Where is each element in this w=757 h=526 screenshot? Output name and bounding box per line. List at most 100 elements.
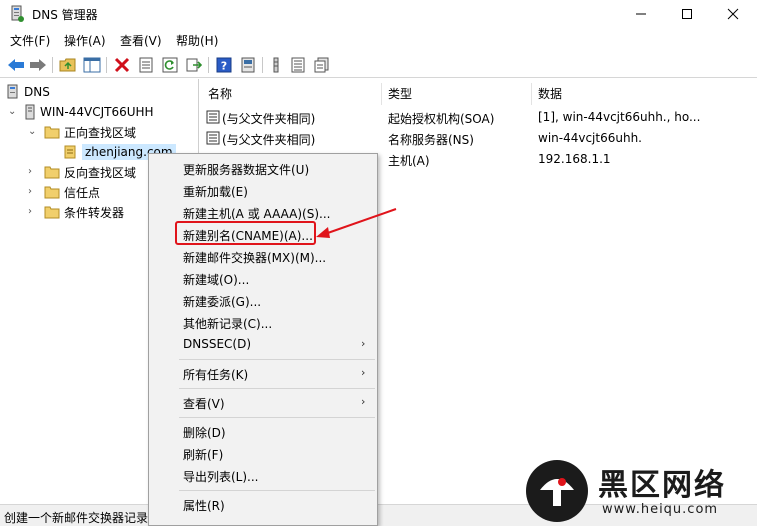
chevron-right-icon[interactable]: ›: [28, 166, 32, 177]
tree-node-dns[interactable]: DNS: [6, 82, 50, 102]
menu-help[interactable]: 帮助(H): [176, 32, 218, 49]
toolbar-separator: [262, 57, 263, 73]
menu-item-new-delegation[interactable]: 新建委派(G)...: [183, 293, 261, 310]
menu-item-refresh[interactable]: 刷新(F): [183, 446, 223, 463]
menu-view[interactable]: 查看(V): [120, 32, 162, 49]
dns-app-icon: [11, 5, 24, 22]
tree-label: 反向查找区域: [64, 165, 137, 180]
show-hide-tree-button[interactable]: [82, 55, 102, 75]
watermark-text: 黑区网络: [598, 468, 726, 503]
record-type: 主机(A): [388, 154, 430, 168]
menu-separator: [179, 388, 375, 389]
server-icon: [25, 104, 35, 120]
close-button[interactable]: [710, 0, 756, 28]
menu-item-delete[interactable]: 删除(D): [183, 424, 226, 441]
dns-root-icon: [7, 84, 18, 99]
menu-item-all-tasks[interactable]: 所有任务(K): [183, 366, 248, 383]
menu-item-new-host[interactable]: 新建主机(A 或 AAAA)(S)...: [183, 205, 330, 222]
maximize-button[interactable]: [664, 0, 710, 28]
menu-item-update-server-data-file[interactable]: 更新服务器数据文件(U): [183, 161, 309, 178]
column-header-name[interactable]: 名称: [202, 83, 382, 105]
menu-item-properties[interactable]: 属性(R): [183, 497, 225, 514]
folder-icon: [44, 166, 60, 179]
dns-manager-window: DNS 管理器 文件(F) 操作(A) 查看(V) 帮助(H) ? DNS ⌄ …: [0, 0, 757, 526]
refresh-icon: [162, 57, 178, 73]
tree-label: WIN-44VCJT66UHH: [40, 105, 154, 119]
properties-icon: [139, 57, 153, 73]
list-button[interactable]: [288, 55, 308, 75]
svg-text:?: ?: [221, 60, 227, 73]
table-row[interactable]: (与父文件夹相同) 起始授权机构(SOA) [1], win-44vcjt66u…: [200, 107, 757, 128]
menu-separator: [179, 417, 375, 418]
export-list-button[interactable]: [184, 55, 204, 75]
help-button[interactable]: ?: [214, 55, 234, 75]
minimize-button[interactable]: [618, 0, 664, 28]
properties-button[interactable]: [136, 55, 156, 75]
tree-label: DNS: [24, 85, 50, 99]
watermark-url: www.heiqu.com: [602, 502, 719, 517]
maximize-icon: [682, 9, 692, 19]
table-row[interactable]: (与父文件夹相同) 名称服务器(NS) win-44vcjt66uhh.: [200, 128, 757, 149]
chevron-down-icon[interactable]: ⌄: [8, 106, 16, 117]
menu-item-new-domain[interactable]: 新建域(O)...: [183, 271, 249, 288]
tree-node-trust-points[interactable]: 信任点: [44, 182, 100, 202]
record-type: 起始授权机构(SOA): [388, 112, 495, 126]
toolbar: ?: [0, 52, 757, 78]
record-icon: [206, 110, 220, 124]
record-name: (与父文件夹相同): [222, 133, 316, 147]
tree-label: 正向查找区域: [64, 125, 137, 140]
menu-action[interactable]: 操作(A): [64, 32, 106, 49]
records-icon: [314, 57, 329, 73]
forward-icon: [30, 59, 46, 71]
chevron-down-icon[interactable]: ⌄: [28, 126, 36, 137]
close-icon: [727, 8, 739, 20]
help-book-icon: [241, 57, 255, 73]
menu-file[interactable]: 文件(F): [10, 32, 50, 49]
chevron-right-icon[interactable]: ›: [28, 206, 32, 217]
tree-label: 条件转发器: [64, 205, 125, 220]
menu-item-view[interactable]: 查看(V): [183, 395, 225, 412]
menu-separator: [179, 490, 375, 491]
column-header-data[interactable]: 数据: [532, 83, 757, 105]
column-header-type[interactable]: 类型: [382, 83, 532, 105]
help-icon: ?: [216, 57, 232, 73]
menu-item-dnssec[interactable]: DNSSEC(D): [183, 337, 251, 351]
mushroom-logo-icon: [540, 478, 574, 506]
record-type: 名称服务器(NS): [388, 133, 474, 147]
refresh-button[interactable]: [160, 55, 180, 75]
menu-item-new-mail-exchanger[interactable]: 新建邮件交换器(MX)(M)...: [183, 249, 326, 266]
submenu-arrow-icon: ›: [361, 395, 366, 408]
help-book-button[interactable]: [238, 55, 258, 75]
tree-node-forward-zones[interactable]: 正向查找区域: [44, 122, 136, 142]
back-button[interactable]: [6, 55, 26, 75]
window-title: DNS 管理器: [32, 8, 98, 22]
menu-item-export-list[interactable]: 导出列表(L)...: [183, 468, 259, 485]
menu-item-other-new-records[interactable]: 其他新记录(C)...: [183, 315, 272, 332]
folder-icon: [44, 186, 60, 199]
up-folder-button[interactable]: [58, 55, 78, 75]
toolbar-separator: [106, 57, 107, 73]
back-icon: [8, 59, 24, 71]
tree-node-reverse-zones[interactable]: 反向查找区域: [44, 162, 136, 182]
forward-button[interactable]: [28, 55, 48, 75]
bar-button[interactable]: [266, 55, 286, 75]
title-bar: DNS 管理器: [0, 0, 757, 28]
toolbar-separator: [52, 57, 53, 73]
watermark-logo: [526, 460, 588, 522]
record-data: 192.168.1.1: [538, 152, 611, 166]
show-hide-tree-icon: [83, 57, 101, 73]
submenu-arrow-icon: ›: [361, 337, 366, 350]
toolbar-separator: [208, 57, 209, 73]
watermark: 黑区网络 www.heiqu.com: [520, 458, 757, 526]
tree-node-conditional-forwarders[interactable]: 条件转发器: [44, 202, 124, 222]
folder-icon: [44, 206, 60, 219]
menu-item-reload[interactable]: 重新加载(E): [183, 183, 248, 200]
tree-node-server[interactable]: WIN-44VCJT66UHH: [24, 102, 154, 122]
annotation-arrow-icon: [316, 208, 397, 238]
delete-button[interactable]: [112, 55, 132, 75]
record-name: (与父文件夹相同): [222, 112, 316, 126]
chevron-right-icon[interactable]: ›: [28, 186, 32, 197]
delete-icon: [114, 57, 130, 73]
records-button[interactable]: [312, 55, 332, 75]
export-list-icon: [186, 58, 202, 72]
